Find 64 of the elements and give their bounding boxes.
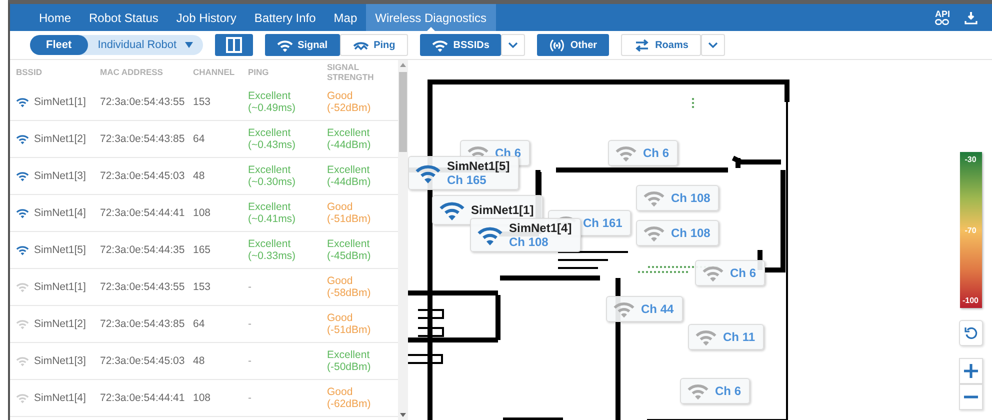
table-cell-text: Excellent (-44dBm) — [327, 164, 372, 188]
table-cell-text: Excellent (~0.30ms) — [248, 164, 297, 188]
legend-label: -70 — [964, 226, 976, 234]
table-cell: SimNet1[4] — [34, 392, 86, 404]
table-cell-text: Excellent (~0.43ms) — [248, 127, 297, 151]
table-cell-text: - — [248, 392, 252, 404]
column-header: PING — [248, 67, 270, 77]
legend-label: -30 — [964, 155, 976, 164]
table-cell-text: Excellent (-44dBm) — [327, 127, 372, 151]
table-cell: SimNet1[5] — [34, 244, 86, 256]
table-cell-text: 48 — [193, 355, 206, 367]
table-cell-text: Excellent (~0.41ms) — [248, 201, 297, 225]
table-cell-text: 72:3a:0e:54:45:03 — [100, 170, 186, 182]
marker-channel: Ch 6 — [643, 146, 670, 160]
column-header: BSSID — [15, 67, 43, 77]
table-cell-text: 108 — [193, 392, 212, 404]
table-cell: SimNet1[1] — [34, 96, 86, 108]
table-cell: SimNet1[1] — [34, 281, 86, 293]
marker-channel: Ch 165 — [447, 173, 488, 187]
table-cell-text: 64 — [193, 318, 206, 330]
table-cell-text: 72:3a:0e:54:44:35 — [100, 244, 186, 256]
table-cell-text: Good (-58dBm) — [327, 275, 372, 299]
marker-channel: Ch 108 — [509, 235, 550, 249]
legend-label: -100 — [962, 296, 978, 305]
column-header: MAC ADDRESS — [100, 67, 164, 77]
table-cell: SimNet1[2] — [34, 133, 86, 145]
table-cell: SimNet1[3] — [34, 170, 86, 182]
table-cell-text: 64 — [193, 133, 206, 145]
table-cell-text: - — [248, 318, 252, 330]
column-header: CHANNEL — [193, 67, 236, 77]
table-cell-text: 72:3a:0e:54:43:85 — [100, 318, 186, 330]
marker-channel: Ch 108 — [671, 191, 710, 205]
table-cell-text: Excellent (~0.33ms) — [248, 238, 297, 262]
table-cell: SimNet1[4] — [34, 207, 86, 219]
marker-channel: Ch 108 — [671, 226, 710, 240]
marker-channel: Ch 44 — [641, 302, 674, 316]
table-cell-text: 48 — [193, 170, 206, 182]
table-cell-text: 72:3a:0e:54:43:85 — [100, 133, 186, 145]
table-cell-text: Excellent (~0.49ms) — [248, 90, 297, 114]
table-cell-text: Excellent (-45dBm) — [327, 238, 372, 262]
table-cell-text: 72:3a:0e:54:44:41 — [100, 392, 186, 404]
table-cell-text: 72:3a:0e:54:43:55 — [100, 96, 186, 108]
table-cell-text: - — [248, 281, 252, 293]
table-cell-text: - — [248, 355, 252, 367]
column-header: SIGNAL STRENGTH — [327, 62, 375, 82]
table-cell-text: 153 — [193, 281, 212, 293]
table-cell-text: 72:3a:0e:54:43:55 — [100, 281, 186, 293]
table-cell-text: 72:3a:0e:54:44:41 — [100, 207, 186, 219]
marker-channel: Ch 6 — [715, 384, 742, 398]
marker-name: SimNet1[1] — [471, 203, 534, 217]
table-cell-text: Good (-52dBm) — [327, 90, 372, 114]
table-cell-text: Good (-62dBm) — [327, 386, 372, 410]
table-cell-text: Good (-51dBm) — [327, 201, 372, 225]
marker-channel: Ch 161 — [583, 216, 622, 230]
table-cell-text: 108 — [193, 207, 212, 219]
marker-channel: Ch 11 — [723, 330, 756, 344]
table-cell-text: Excellent (-50dBm) — [327, 349, 372, 373]
table-cell-text: 153 — [193, 96, 212, 108]
table-cell-text: 72:3a:0e:54:45:03 — [100, 355, 186, 367]
table-cell: SimNet1[2] — [34, 318, 86, 330]
table-cell-text: 165 — [193, 244, 212, 256]
table-cell-text: Good (-51dBm) — [327, 312, 372, 336]
marker-channel: Ch 6 — [730, 266, 756, 280]
table-cell: SimNet1[3] — [34, 355, 86, 367]
